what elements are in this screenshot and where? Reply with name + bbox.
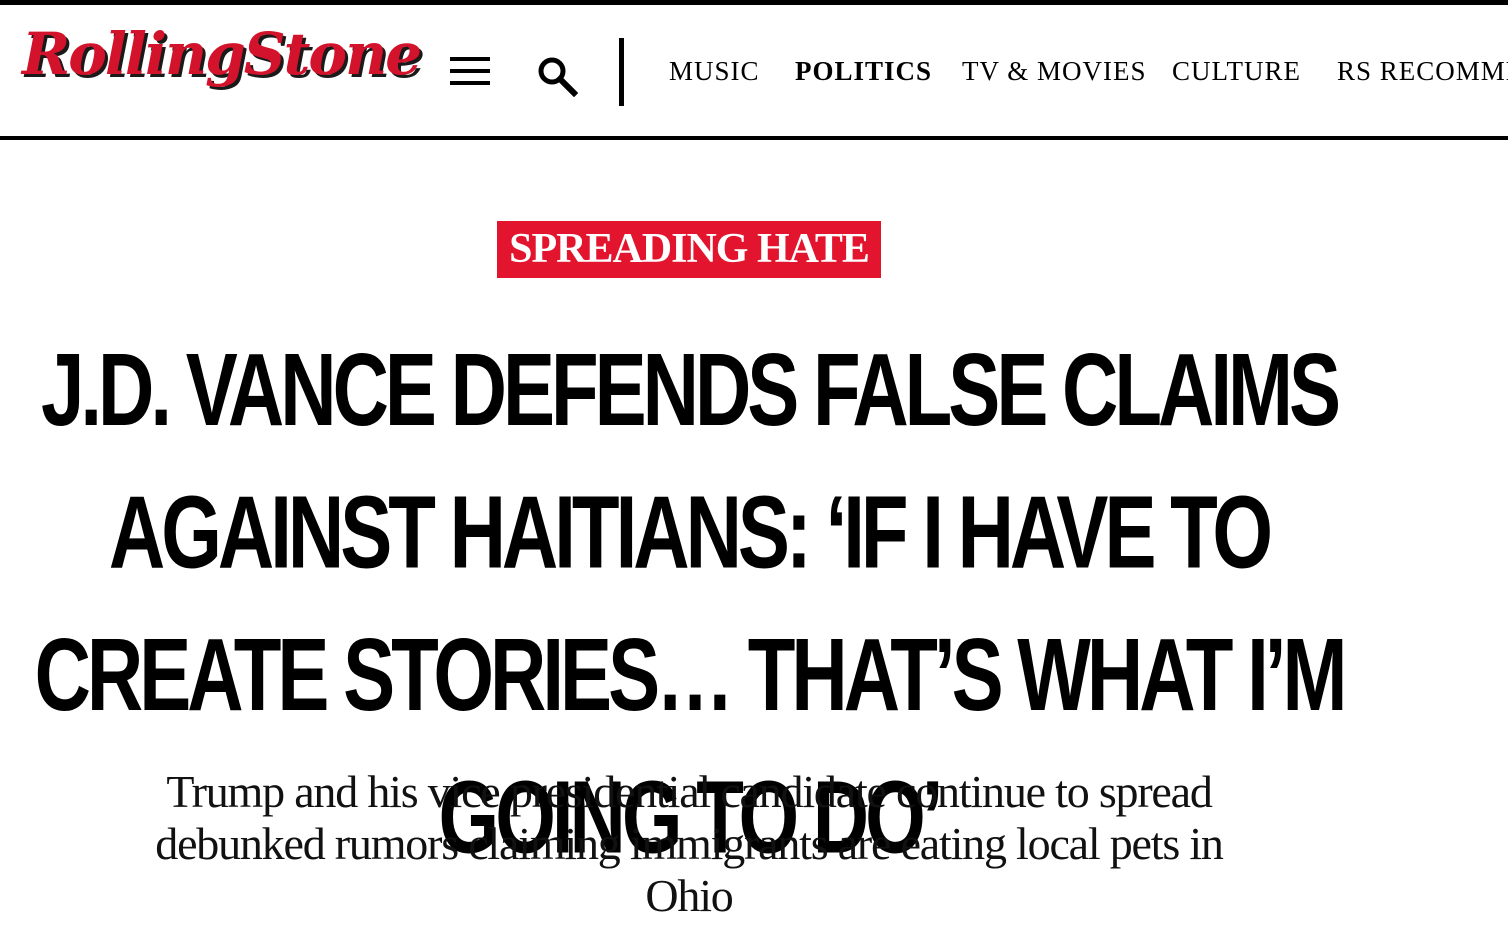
- nav-item-tv-movies[interactable]: TV & MOVIES: [962, 55, 1147, 87]
- category-kicker[interactable]: SPREADING HATE: [497, 221, 881, 278]
- nav-item-culture[interactable]: CULTURE: [1172, 55, 1301, 87]
- rolling-stone-logo[interactable]: RollingStone: [22, 25, 422, 83]
- header-bottom-border: [0, 136, 1508, 140]
- nav-item-rs-recommends[interactable]: RS RECOMME: [1337, 55, 1508, 87]
- site-header: RollingStone MUSIC POLITICS TV & MOVIES …: [0, 5, 1508, 136]
- hamburger-menu-icon[interactable]: [450, 55, 492, 87]
- header-divider: [619, 38, 624, 106]
- nav-item-music[interactable]: MUSIC: [669, 55, 760, 87]
- article-dek: Trump and his vice presidential candidat…: [155, 766, 1224, 921]
- nav-item-politics[interactable]: POLITICS: [795, 55, 932, 87]
- search-icon[interactable]: [536, 55, 579, 98]
